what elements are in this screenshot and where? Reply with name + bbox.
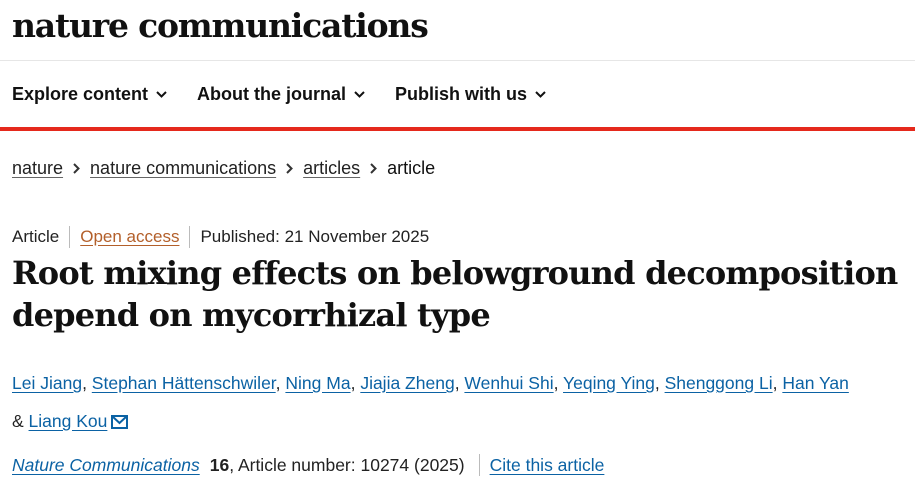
author-separator: , [553,373,564,393]
nav-label: Explore content [12,84,149,104]
chevron-right-icon [73,163,80,174]
author-ampersand: & [12,411,29,431]
nav-label: About the journal [197,84,347,104]
article-meta: Article Open access Published: 21 Novemb… [12,226,429,248]
article-title: Root mixing effects on belowground decom… [12,254,898,334]
breadcrumb-articles[interactable]: articles [303,158,360,179]
nav-label: Publish with us [395,84,528,104]
author-separator: , [350,373,361,393]
journal-link[interactable]: Nature Communications [12,455,200,476]
nav-publish-with-us[interactable]: Publish with us [395,84,546,105]
author-link[interactable]: Yeqing Ying [563,373,655,393]
chevron-right-icon [370,163,378,174]
chevron-down-icon [156,91,167,98]
author-link[interactable]: Wenhui Shi [464,373,553,393]
author-separator: , [772,373,783,393]
author-separator: , [82,373,92,393]
author-separator: , [454,373,465,393]
cite-this-article-link[interactable]: Cite this article [490,455,605,476]
meta-divider [189,226,191,248]
citation-divider [478,454,480,476]
breadcrumb-current: article [387,158,436,178]
citation-line: Nature Communications 16 , Article numbe… [12,454,604,476]
header-divider [0,60,915,61]
corresponding-author-link[interactable]: Liang Kou [29,411,108,431]
main-nav: Explore content About the journal Publis… [12,84,546,105]
author-link[interactable]: Jiajia Zheng [360,373,454,393]
author-separator: , [275,373,286,393]
breadcrumb: nature nature communications articles ar… [12,158,435,179]
author-link[interactable]: Han Yan [782,373,849,393]
site-logo[interactable]: nature communications [12,6,429,45]
article-type: Article [12,227,60,246]
nav-explore-content[interactable]: Explore content [12,84,167,105]
open-access-link[interactable]: Open access [80,227,179,247]
envelope-icon[interactable] [111,404,129,442]
article-number: , Article number: 10274 (2025) [229,454,465,475]
breadcrumb-nature-communications[interactable]: nature communications [90,158,276,179]
chevron-down-icon [354,91,365,98]
chevron-down-icon [535,91,546,98]
accent-bar [0,127,915,131]
chevron-right-icon [286,163,294,174]
author-list: Lei Jiang, Stephan Hättenschwiler, Ning … [12,364,912,442]
author-link[interactable]: Shenggong Li [665,373,773,393]
volume-number: 16 [209,454,230,475]
published-date: Published: 21 November 2025 [200,227,430,246]
author-link[interactable]: Stephan Hättenschwiler [92,373,276,393]
meta-divider [69,226,71,248]
author-link[interactable]: Lei Jiang [12,373,82,393]
author-link[interactable]: Ning Ma [285,373,350,393]
nav-about-journal[interactable]: About the journal [197,84,365,105]
author-separator: , [654,373,665,393]
breadcrumb-nature[interactable]: nature [12,158,63,179]
